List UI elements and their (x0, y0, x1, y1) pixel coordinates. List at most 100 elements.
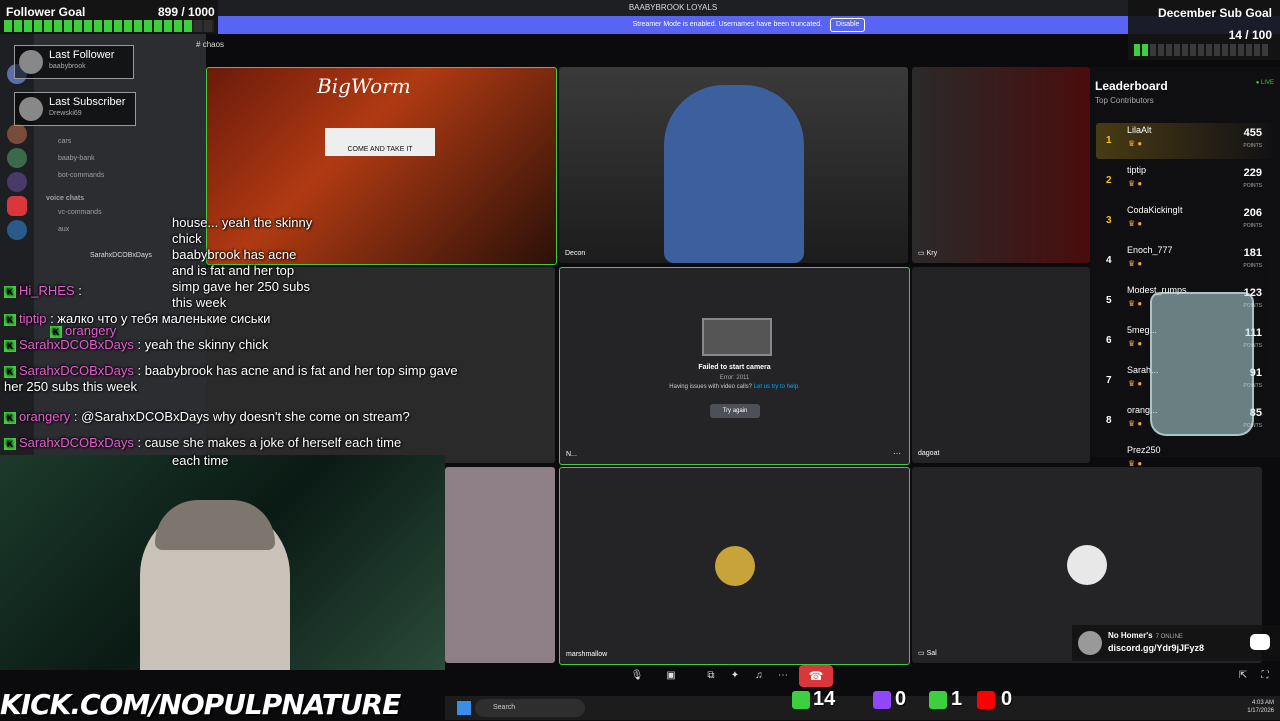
kick-badge-icon: K (4, 286, 16, 298)
chat-message: this week (172, 295, 226, 310)
video-tile-marshmallow[interactable]: marshmallow (559, 467, 910, 665)
progress-segment (104, 20, 112, 32)
channel-bot-commands[interactable]: bot-commands (58, 172, 104, 179)
fullscreen-icon[interactable]: ⛶ (1257, 668, 1273, 684)
kick-count: 14 (813, 688, 836, 710)
participant-name: N... (566, 451, 577, 458)
progress-segment (1142, 44, 1148, 56)
leaderboard-points-label: POINTS (1243, 263, 1262, 269)
online-count: 7 ONLINE (1155, 634, 1183, 640)
chat-username: orangery (19, 409, 71, 424)
channel-baaby-bank[interactable]: baaby-bank (58, 155, 95, 162)
bigworm-logo-text: BigWorm (317, 74, 411, 98)
disconnect-button[interactable]: ☎ (799, 665, 833, 687)
server-icon[interactable] (7, 124, 27, 144)
chat-text: simp gave her 250 subs (172, 279, 311, 294)
video-tile-failed-camera[interactable]: Failed to start camera Error: 2011 Havin… (559, 267, 910, 465)
leaderboard-rank: 2 (1106, 175, 1112, 186)
follower-goal-count: 899 / 1000 (158, 5, 215, 19)
avatar (1078, 631, 1102, 655)
cookie-jar-icon (1150, 292, 1254, 436)
progress-segment (1230, 44, 1236, 56)
leaderboard-name: tiptip (1127, 165, 1147, 175)
progress-segment (134, 20, 142, 32)
leaderboard-rank: 3 (1106, 215, 1112, 226)
failed-camera-help: Having issues with video calls? Let us t… (669, 384, 800, 390)
participant-name: dagoat (918, 450, 940, 457)
channel-cars[interactable]: cars (58, 138, 71, 145)
leaderboard-name: LilaAlt (1127, 125, 1152, 135)
leaderboard-row: Prez250 ♛ ● (1096, 443, 1272, 479)
crown-icon: ♛ ● (1128, 419, 1143, 428)
crown-icon: ♛ ● (1128, 339, 1143, 348)
progress-segment (1182, 44, 1188, 56)
discord-title-bar: BAABYBROOK LOYALS (218, 0, 1128, 16)
last-subscriber-label: Last Subscriber (49, 96, 126, 108)
twitch-count: 0 (895, 688, 907, 710)
video-tile-kry[interactable]: ▭ Kry (912, 67, 1090, 263)
channel-header: # chaos (196, 40, 224, 49)
kick-badge-icon: K (4, 340, 16, 352)
progress-segment (94, 20, 102, 32)
crown-icon: ♛ ● (1128, 139, 1143, 148)
chat-text: house... yeah the skinny (172, 215, 313, 230)
leaderboard-points: 206 (1243, 207, 1262, 219)
chat-message: K SarahxDCOBxDays : yeah the skinny chick (4, 337, 268, 352)
progress-segment (34, 20, 42, 32)
discord-logo-icon (1250, 634, 1270, 650)
crown-icon: ♛ ● (1128, 219, 1143, 228)
microphone-icon[interactable]: 🎙 (629, 668, 645, 684)
progress-segment (74, 20, 82, 32)
chat-text: : cause she makes a joke of herself each… (133, 435, 402, 450)
system-clock[interactable]: 4:03 AM 1/17/2026 (1247, 699, 1274, 715)
video-tile-participant[interactable] (445, 467, 555, 663)
windows-start-icon[interactable] (457, 701, 471, 715)
discord-invite-link: discord.gg/Ydr9jJFyz8 (1108, 643, 1205, 653)
kick-subs-icon (929, 691, 947, 709)
kick-badge-icon: K (4, 366, 16, 378)
leaderboard-title: Leaderboard (1095, 79, 1168, 93)
server-icon[interactable] (7, 172, 27, 192)
video-tile-dagoat[interactable]: dagoat (912, 267, 1090, 463)
chat-message: Korangery (50, 323, 116, 338)
progress-segment (1150, 44, 1156, 56)
progress-segment (1254, 44, 1260, 56)
progress-segment (1190, 44, 1196, 56)
streamer-hat (155, 500, 275, 550)
chat-username: SarahxDCOBxDays (19, 363, 134, 378)
soundboard-icon[interactable]: ♫ (751, 668, 767, 684)
streamer-webcam (0, 455, 445, 670)
popout-icon[interactable]: ⇱ (1235, 668, 1251, 684)
chat-text: this week (172, 295, 227, 310)
help-link[interactable]: Let us try to help. (754, 384, 800, 390)
chat-text: each time (172, 453, 229, 468)
progress-segment (1158, 44, 1164, 56)
progress-segment (144, 20, 152, 32)
hash-icon: # (196, 40, 201, 49)
leaderboard-points: 181 (1243, 247, 1262, 259)
chat-username: Hi_RHES (19, 283, 75, 298)
leaderboard-rank: 5 (1106, 295, 1112, 306)
participant-name: ▭ Kry (918, 250, 938, 257)
leaderboard-row: 1 LilaAlt ♛ ● 455 POINTS (1096, 123, 1272, 159)
try-again-button[interactable]: Try again (710, 404, 760, 418)
more-options-icon[interactable]: ⋯ (893, 449, 901, 458)
progress-segment (1206, 44, 1212, 56)
server-icon[interactable] (7, 148, 27, 168)
chat-message: each time (172, 453, 228, 468)
chat-text: chick (172, 231, 202, 246)
more-icon[interactable]: ⋯ (775, 668, 791, 684)
progress-segment (1174, 44, 1180, 56)
disable-streamer-mode-button[interactable]: Disable (830, 18, 866, 32)
screen-share-icon[interactable]: ⧉ (703, 668, 719, 684)
camera-icon[interactable]: ▣ (663, 668, 679, 684)
taskbar-search[interactable]: Search (475, 699, 585, 717)
video-tile-decon[interactable]: Decon (559, 67, 908, 263)
sub-goal-count: 14 / 100 (1228, 28, 1272, 42)
youtube-icon (977, 691, 995, 709)
server-icon[interactable] (7, 196, 27, 216)
voice-chats-header[interactable]: voice chats (46, 195, 84, 202)
activities-icon[interactable]: ✦ (727, 668, 743, 684)
chat-text: her 250 subs this week (4, 379, 137, 394)
progress-segment (84, 20, 92, 32)
